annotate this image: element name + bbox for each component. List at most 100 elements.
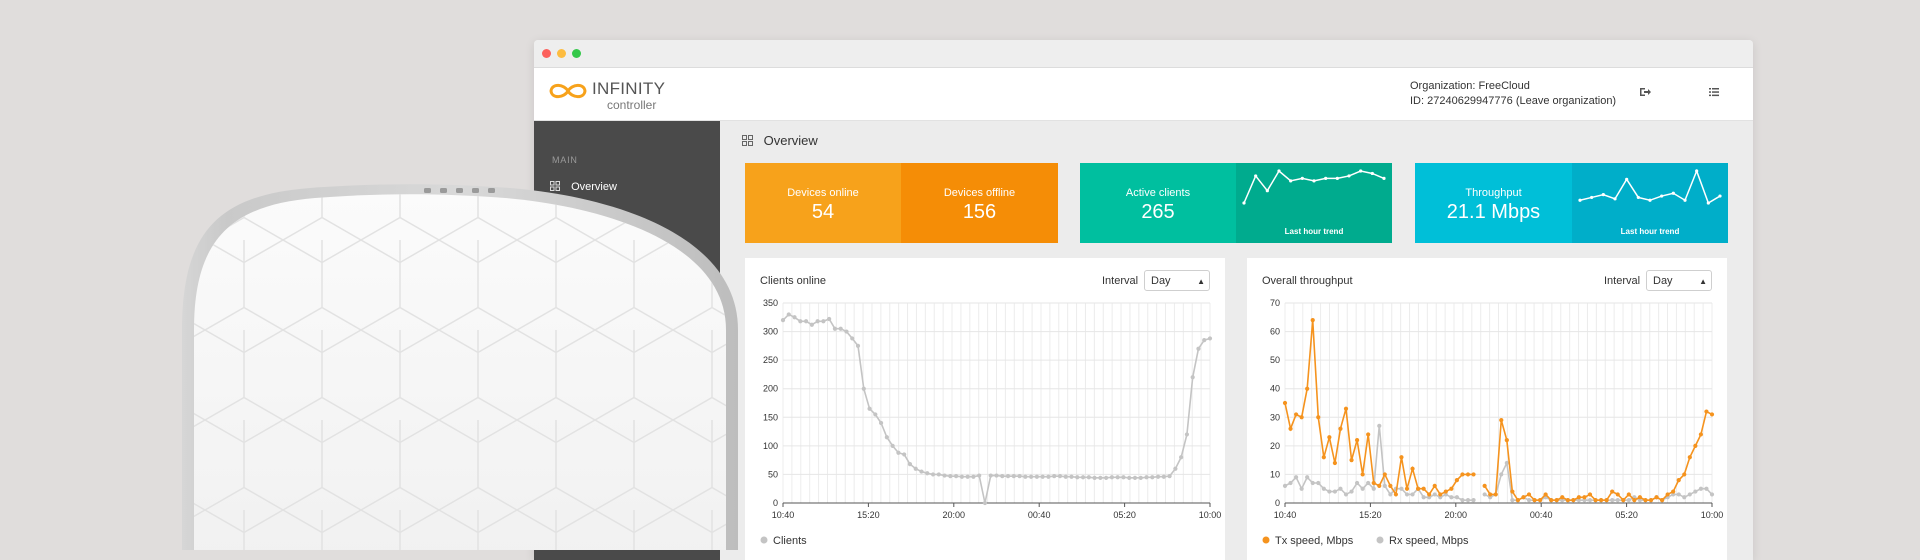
data-point [1549, 498, 1554, 503]
data-point [1371, 486, 1376, 491]
data-point [1338, 486, 1343, 491]
sparkline-point [1289, 179, 1293, 183]
data-point [942, 473, 947, 478]
x-tick-label: 10:40 [1274, 510, 1297, 520]
data-point [1671, 489, 1676, 494]
data-point [1432, 492, 1437, 497]
panel-title: Overall throughput [1262, 275, 1353, 287]
minimize-window-icon[interactable] [557, 49, 566, 58]
data-point [1017, 474, 1022, 479]
sparkline-point [1265, 189, 1269, 193]
card-active-clients[interactable]: Active clients 265 [1080, 163, 1236, 243]
data-point [1057, 474, 1063, 479]
data-point [1676, 492, 1681, 497]
app-header: INFINITY controller Organization: FreeCl… [534, 68, 1753, 121]
data-point [1052, 474, 1057, 479]
sparkline-point [1683, 198, 1687, 202]
data-point [1109, 475, 1115, 480]
organization-id[interactable]: ID: 27240629947776 (Leave organization) [1410, 94, 1616, 109]
y-tick-label: 50 [768, 469, 778, 479]
data-point [861, 386, 866, 391]
card-value: 54 [811, 201, 835, 223]
data-point [1075, 475, 1080, 480]
interval-select[interactable]: Day ▲ [1646, 270, 1712, 291]
data-point [1404, 492, 1410, 497]
data-point [815, 319, 820, 324]
sparkline-point [1347, 174, 1351, 178]
data-point [1665, 492, 1670, 497]
logout-icon[interactable] [1637, 85, 1653, 101]
legend-label: Clients [773, 535, 807, 547]
data-point [1543, 492, 1548, 497]
data-point [1184, 432, 1190, 437]
data-point [1615, 498, 1620, 503]
sidebar-item-overview[interactable]: Overview [550, 181, 617, 193]
clients-online-panel: 0 50 100 150 200 250 300 350 10:40 15:20 20:00 00:4… [745, 258, 1225, 560]
data-point [1366, 480, 1371, 486]
data-point [1526, 492, 1532, 497]
data-point [873, 412, 878, 417]
page-title: Overview [742, 133, 818, 148]
data-point [1034, 474, 1039, 479]
interval-select-value: Day [1151, 275, 1171, 287]
sparkline-point [1277, 169, 1281, 173]
data-point [988, 473, 993, 478]
series-line [1483, 410, 1713, 502]
data-point [1063, 474, 1068, 479]
data-point [838, 326, 843, 331]
card-throughput[interactable]: Throughput 21.1 Mbps [1415, 163, 1572, 243]
data-point [1343, 492, 1349, 497]
app-logo[interactable]: INFINITY controller [546, 76, 696, 116]
data-point [1587, 492, 1593, 497]
data-point [1537, 498, 1543, 503]
close-window-icon[interactable] [542, 49, 551, 58]
data-point [954, 474, 959, 479]
data-point [1648, 498, 1654, 503]
panel-title: Clients online [760, 275, 827, 287]
data-point [1626, 492, 1631, 497]
card-value: 156 [962, 201, 997, 223]
data-point [1582, 495, 1587, 500]
data-point [1293, 475, 1299, 480]
maximize-window-icon[interactable] [572, 49, 581, 58]
x-tick-label: 05:20 [1615, 510, 1638, 520]
data-point [1526, 498, 1532, 503]
data-point [1432, 483, 1437, 488]
sparkline-point [1382, 176, 1386, 180]
data-point [1510, 498, 1515, 503]
data-point [1410, 492, 1415, 497]
interval-select-value: Day [1653, 275, 1673, 287]
data-point [1127, 475, 1132, 480]
data-point [1682, 472, 1687, 477]
card-devices-online[interactable]: Devices online 54 [745, 163, 901, 243]
list-icon[interactable] [1706, 85, 1722, 101]
data-point [1399, 486, 1404, 491]
legend-marker [1376, 536, 1384, 544]
main-content: Overview Devices online 54 Devices offli… [720, 121, 1753, 560]
data-point [1029, 474, 1034, 479]
data-point [1499, 472, 1504, 477]
data-point [792, 315, 797, 320]
data-point [1654, 495, 1659, 500]
interval-select[interactable]: Day ▲ [1144, 270, 1210, 291]
data-point [1587, 498, 1593, 503]
data-point [1693, 443, 1698, 448]
data-point [1493, 492, 1498, 497]
data-point [1046, 474, 1051, 479]
organization-info: Organization: FreeCloud ID: 272406299477… [1410, 79, 1616, 109]
card-value: 265 [1141, 201, 1175, 223]
y-tick-label: 0 [1275, 498, 1280, 508]
sparkline-point [1312, 179, 1316, 183]
data-point [1011, 474, 1016, 479]
card-devices-offline[interactable]: Devices offline 156 [901, 163, 1058, 243]
data-point [1443, 489, 1448, 494]
window-titlebar [534, 40, 1753, 68]
data-point [1610, 498, 1615, 503]
data-point [1388, 483, 1393, 488]
y-tick-label: 70 [1270, 298, 1280, 308]
data-point [1676, 478, 1681, 483]
y-tick-label: 10 [1270, 469, 1280, 479]
data-point [1643, 498, 1648, 503]
data-point [907, 462, 913, 467]
sidebar-item-label: Overview [571, 181, 617, 193]
